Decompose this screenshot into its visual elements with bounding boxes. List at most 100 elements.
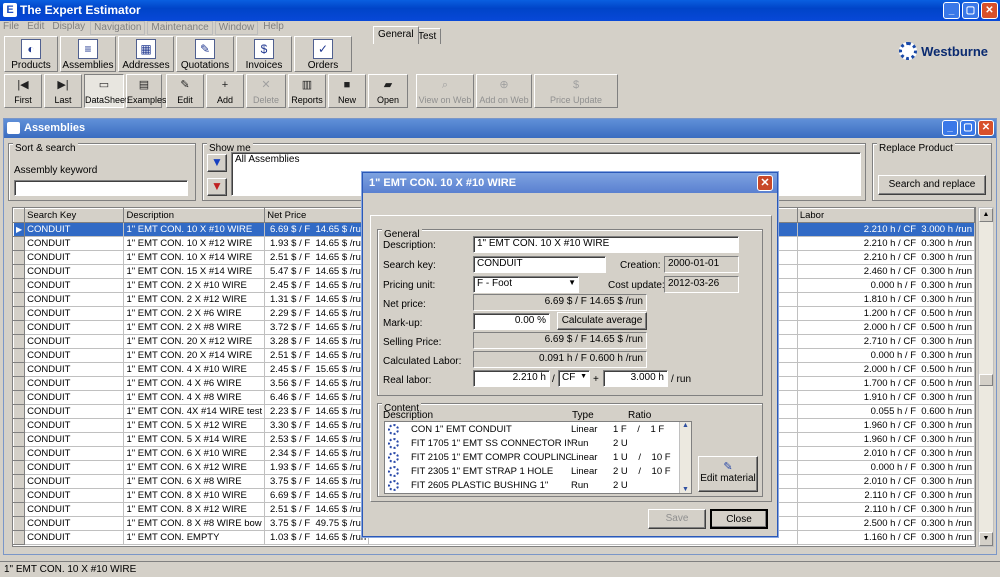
search-and-replace-button[interactable]: Search and replace xyxy=(878,175,986,195)
scroll-thumb[interactable] xyxy=(979,374,993,386)
assemblies-button[interactable]: ≡ Assemblies xyxy=(60,36,116,72)
reports-button[interactable]: ▥ Reports xyxy=(288,74,326,108)
content-item[interactable]: FIT 2105 1" EMT COMPR COUPLING R/Linear 1… xyxy=(385,450,691,464)
content-item[interactable]: FIT 2305 1" EMT STRAP 1 HOLE Linear 2 U / … xyxy=(385,464,691,478)
cell-description[interactable]: 1" EMT CON. 6 X #8 WIRE xyxy=(123,474,266,489)
cell-search-key[interactable]: CONDUIT xyxy=(24,502,125,517)
cell-net-price[interactable]: 2.34 $ / F 14.65 $ /run xyxy=(264,446,370,461)
content-list[interactable]: CON 1" EMT CONDUIT Linear 1 F / 1 F FIT 170… xyxy=(384,421,692,494)
clear-filter-button[interactable]: ▼ xyxy=(207,178,227,196)
cell-search-key[interactable]: CONDUIT xyxy=(24,362,125,377)
dialog-close-icon[interactable]: ✕ xyxy=(757,175,773,191)
cell-search-key[interactable]: CONDUIT xyxy=(24,320,125,335)
labor-unit-select[interactable]: CF ▼ xyxy=(558,370,590,387)
content-item[interactable]: FIT 2605 PLASTIC BUSHING 1" Run 2 U xyxy=(385,478,691,492)
cell-net-price[interactable]: 2.45 $ / F 15.65 $ /run xyxy=(264,362,370,377)
cell-search-key[interactable]: CONDUIT xyxy=(24,376,125,391)
content-scrollbar[interactable]: ▲ ▼ xyxy=(679,422,691,493)
cell-labor[interactable]: 0.000 h / F 0.300 h /run xyxy=(797,348,975,363)
cell-net-price[interactable]: 2.29 $ / F 14.65 $ /run xyxy=(264,306,370,321)
content-item[interactable]: CON 1" EMT CONDUIT Linear 1 F / 1 F xyxy=(385,422,691,436)
cell-search-key[interactable]: CONDUIT xyxy=(24,334,125,349)
cell-search-key[interactable]: CONDUIT xyxy=(24,264,125,279)
cell-labor[interactable]: 2.710 h / CF 0.300 h /run xyxy=(797,334,975,349)
child-minimize-button[interactable]: _ xyxy=(942,120,958,136)
cell-net-price[interactable]: 1.03 $ / F 14.65 $ /run xyxy=(264,530,370,545)
col-description[interactable]: Description xyxy=(123,208,266,223)
real-labor-run-input[interactable]: 3.000 h xyxy=(603,370,668,387)
cell-labor[interactable]: 1.700 h / CF 0.500 h /run xyxy=(797,376,975,391)
child-maximize-button[interactable]: ▢ xyxy=(960,120,976,136)
menu-help[interactable]: Help xyxy=(260,21,287,35)
cell-net-price[interactable]: 3.56 $ / F 14.65 $ /run xyxy=(264,376,370,391)
cell-search-key[interactable]: CONDUIT xyxy=(24,530,125,545)
filter-button[interactable]: ▼ xyxy=(207,154,227,172)
orders-button[interactable]: ✓ Orders xyxy=(294,36,352,72)
cell-search-key[interactable]: CONDUIT xyxy=(24,432,125,447)
cell-net-price[interactable]: 2.45 $ / F 14.65 $ /run xyxy=(264,278,370,293)
cell-labor[interactable]: 2.210 h / CF 0.300 h /run xyxy=(797,236,975,251)
scroll-down-arrow[interactable]: ▼ xyxy=(979,532,993,546)
child-close-button[interactable]: ✕ xyxy=(978,120,994,136)
addresses-button[interactable]: ▦ Addresses xyxy=(118,36,174,72)
cell-description[interactable]: 1" EMT CON. 8 X #10 WIRE xyxy=(123,488,266,503)
close-dialog-button[interactable]: Close xyxy=(710,509,768,529)
edit-button[interactable]: ✎ Edit xyxy=(166,74,204,108)
open-button[interactable]: ▰ Open xyxy=(368,74,408,108)
cell-labor[interactable]: 1.200 h / CF 0.500 h /run xyxy=(797,306,975,321)
content-scroll-down[interactable]: ▼ xyxy=(680,486,691,493)
cell-description[interactable]: 1" EMT CON. 2 X #10 WIRE xyxy=(123,278,266,293)
menu-maintenance[interactable]: Maintenance xyxy=(147,21,213,35)
cell-net-price[interactable]: 5.47 $ / F 14.65 $ /run xyxy=(264,264,370,279)
cell-description[interactable]: 1" EMT CON. 4X #14 WIRE test xyxy=(123,404,266,419)
cell-description[interactable]: 1" EMT CON. 20 X #14 WIRE xyxy=(123,348,266,363)
menu-window[interactable]: Window xyxy=(214,21,259,35)
menu-navigation[interactable]: Navigation xyxy=(90,21,146,35)
cell-net-price[interactable]: 2.23 $ / F 14.65 $ /run xyxy=(264,404,370,419)
cell-net-price[interactable]: 2.53 $ / F 14.65 $ /run xyxy=(264,432,370,447)
add-button[interactable]: + Add xyxy=(206,74,244,108)
cell-description[interactable]: 1" EMT CON. 2 X #12 WIRE xyxy=(123,292,266,307)
cell-description[interactable]: 1" EMT CON. 4 X #8 WIRE xyxy=(123,390,266,405)
cell-net-price[interactable]: 6.69 $ / F 14.65 $ /run xyxy=(264,222,370,237)
cell-labor[interactable]: 1.960 h / CF 0.300 h /run xyxy=(797,418,975,433)
cell-search-key[interactable]: CONDUIT xyxy=(24,348,125,363)
cell-description[interactable]: 1" EMT CON. 20 X #12 WIRE xyxy=(123,334,266,349)
cell-search-key[interactable]: CONDUIT xyxy=(24,460,125,475)
cell-net-price[interactable]: 3.75 $ / F 14.65 $ /run xyxy=(264,474,370,489)
grid-scrollbar[interactable]: ▲ ▼ xyxy=(978,207,994,547)
cell-description[interactable]: 1" EMT CON. 2 X #6 WIRE xyxy=(123,306,266,321)
cell-search-key[interactable]: CONDUIT xyxy=(24,488,125,503)
cell-labor[interactable]: 2.500 h / CF 0.300 h /run xyxy=(797,516,975,531)
view-on-web-button[interactable]: ⌕ View on Web xyxy=(416,74,474,108)
cell-net-price[interactable]: 2.51 $ / F 14.65 $ /run xyxy=(264,348,370,363)
price-update-button[interactable]: $ Price Update xyxy=(534,74,618,108)
col-labor[interactable]: Labor xyxy=(796,208,975,223)
cell-description[interactable]: 1" EMT CON. 8 X #12 WIRE xyxy=(123,502,266,517)
pricing-unit-select[interactable]: F - Foot ▼ xyxy=(473,276,579,293)
cell-description[interactable]: 1" EMT CON. 10 X #10 WIRE xyxy=(123,222,266,237)
cell-description[interactable]: 1" EMT CON. 10 X #12 WIRE xyxy=(123,236,266,251)
cell-description[interactable]: 1" EMT CON. 10 X #14 WIRE xyxy=(123,250,266,265)
cell-search-key[interactable]: CONDUIT xyxy=(24,446,125,461)
menu-display[interactable]: Display xyxy=(49,21,88,35)
menu-edit[interactable]: Edit xyxy=(24,21,47,35)
cell-search-key[interactable]: CONDUIT xyxy=(24,418,125,433)
cell-search-key[interactable]: CONDUIT xyxy=(24,390,125,405)
quotations-button[interactable]: ✎ Quotations xyxy=(176,36,234,72)
cell-labor[interactable]: 2.000 h / CF 0.500 h /run xyxy=(797,362,975,377)
content-scroll-up[interactable]: ▲ xyxy=(680,422,691,429)
cell-description[interactable]: 1" EMT CON. 6 X #10 WIRE xyxy=(123,446,266,461)
edit-material-button[interactable]: ✎ Edit material xyxy=(698,456,758,492)
minimize-button[interactable]: _ xyxy=(943,2,960,19)
cell-labor[interactable]: 2.000 h / CF 0.500 h /run xyxy=(797,320,975,335)
cell-labor[interactable]: 2.110 h / CF 0.300 h /run xyxy=(797,502,975,517)
close-button[interactable]: ✕ xyxy=(981,2,998,19)
cell-description[interactable]: 1" EMT CON. 5 X #14 WIRE xyxy=(123,432,266,447)
cell-description[interactable]: 1" EMT CON. 8 X #8 WIRE bow xyxy=(123,516,266,531)
cell-labor[interactable]: 2.010 h / CF 0.300 h /run xyxy=(797,474,975,489)
invoices-button[interactable]: $ Invoices xyxy=(236,36,292,72)
cell-labor[interactable]: 2.210 h / CF 0.300 h /run xyxy=(797,250,975,265)
cell-search-key[interactable]: CONDUIT xyxy=(24,292,125,307)
cell-net-price[interactable]: 3.72 $ / F 14.65 $ /run xyxy=(264,320,370,335)
